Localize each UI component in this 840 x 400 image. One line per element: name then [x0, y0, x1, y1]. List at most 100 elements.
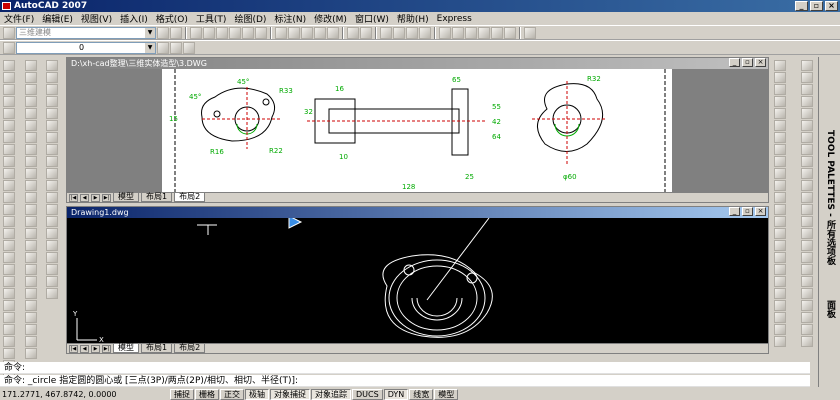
- osnap-toggle[interactable]: 对象捕捉: [270, 388, 310, 400]
- ucs-icon[interactable]: [801, 336, 813, 347]
- polyline-icon[interactable]: [46, 84, 58, 95]
- restore-button[interactable]: ▫: [810, 1, 823, 11]
- paper-layout-canvas[interactable]: 45° 45° R33 R16 R22 15 16 65 32 10 42 55: [67, 69, 768, 193]
- menu-window[interactable]: 窗口(W): [355, 12, 389, 25]
- shell-icon[interactable]: [3, 300, 15, 311]
- presspull-icon[interactable]: [3, 180, 15, 191]
- help-icon[interactable]: [524, 26, 536, 39]
- ellipse-arc-icon[interactable]: [46, 180, 58, 191]
- spline-icon[interactable]: [46, 156, 58, 167]
- visual-style-3d-icon[interactable]: [25, 264, 37, 275]
- left-view-icon[interactable]: [25, 84, 37, 95]
- save-workspace-icon[interactable]: [170, 26, 182, 39]
- quickcalc-icon[interactable]: [504, 26, 516, 39]
- offset-icon[interactable]: [774, 96, 786, 107]
- fillet-icon[interactable]: [774, 240, 786, 251]
- loft-icon[interactable]: [3, 216, 15, 227]
- 3d-align-icon[interactable]: [3, 348, 15, 359]
- revolve-icon[interactable]: [3, 204, 15, 215]
- planar-surface-icon[interactable]: [3, 156, 15, 167]
- torus-icon[interactable]: [3, 120, 15, 131]
- continuous-orbit-icon[interactable]: [25, 216, 37, 227]
- explode-icon[interactable]: [774, 252, 786, 263]
- draworder-icon[interactable]: [774, 300, 786, 311]
- wedge-icon[interactable]: [3, 72, 15, 83]
- panel-label[interactable]: 面板: [824, 300, 837, 318]
- radius-dim-icon[interactable]: [801, 108, 813, 119]
- pyramid-icon[interactable]: [3, 132, 15, 143]
- drawing1-title-bar[interactable]: Drawing1.dwg _ ▫ ×: [67, 207, 768, 218]
- point-icon[interactable]: [46, 216, 58, 227]
- render-icon[interactable]: [25, 300, 37, 311]
- make-object-layer-current-icon[interactable]: [157, 41, 169, 54]
- match-properties-icon[interactable]: [314, 26, 326, 39]
- hatch-icon[interactable]: [46, 228, 58, 239]
- walk-icon[interactable]: [25, 228, 37, 239]
- pan-icon[interactable]: [380, 26, 392, 39]
- tab-model[interactable]: 模型: [113, 193, 139, 202]
- minimize-button[interactable]: _: [795, 1, 808, 11]
- quick-dim-icon[interactable]: [801, 156, 813, 167]
- box-icon[interactable]: [3, 60, 15, 71]
- save-icon[interactable]: [216, 26, 228, 39]
- break-at-point-icon[interactable]: [774, 192, 786, 203]
- tolerance-icon[interactable]: [801, 204, 813, 215]
- minimize-button[interactable]: _: [729, 58, 740, 67]
- imprint-icon[interactable]: [3, 276, 15, 287]
- extrude-icon[interactable]: [3, 168, 15, 179]
- extend-icon[interactable]: [774, 180, 786, 191]
- zoom-previous-icon[interactable]: [419, 26, 431, 39]
- drawing-window-drawing1[interactable]: Drawing1.dwg _ ▫ × Y X |◀ ◀ ▶ ▶| 模型 布局1 …: [66, 206, 769, 354]
- arc-length-icon[interactable]: [801, 84, 813, 95]
- realistic-icon[interactable]: [25, 276, 37, 287]
- workspace-icon[interactable]: [3, 26, 15, 39]
- command-input-line[interactable]: 命令: _circle 指定圆的圆心或 [三点(3P)/两点(2P)/相切、相切…: [0, 375, 810, 387]
- tab-layout2[interactable]: 布局2: [174, 193, 206, 202]
- camera-icon[interactable]: [25, 180, 37, 191]
- sphere-icon[interactable]: [3, 96, 15, 107]
- block-editor-icon[interactable]: [327, 26, 339, 39]
- union-icon[interactable]: [3, 228, 15, 239]
- layer-previous-icon[interactable]: [170, 41, 182, 54]
- tab-layout1[interactable]: 布局1: [141, 193, 173, 202]
- last-tab-icon[interactable]: ▶|: [102, 344, 111, 353]
- intersect-icon[interactable]: [3, 252, 15, 263]
- coordinates-readout[interactable]: 171.2771, 467.8742, 0.0000: [0, 390, 170, 399]
- insert-block-icon[interactable]: [46, 192, 58, 203]
- workspace-combo[interactable]: 三维建模 ▼: [16, 26, 156, 39]
- free-orbit-icon[interactable]: [25, 204, 37, 215]
- menu-help[interactable]: 帮助(H): [397, 12, 429, 25]
- open-icon[interactable]: [203, 26, 215, 39]
- rectangle-icon[interactable]: [46, 108, 58, 119]
- chamfer-icon[interactable]: [774, 228, 786, 239]
- tab-layout1[interactable]: 布局1: [141, 344, 173, 353]
- dyn-toggle[interactable]: DYN: [383, 388, 409, 400]
- copy-icon[interactable]: [774, 72, 786, 83]
- layer-combo[interactable]: 0 ▼: [16, 41, 156, 54]
- layer-manager-icon[interactable]: [3, 41, 15, 54]
- subtract-icon[interactable]: [3, 240, 15, 251]
- close-button[interactable]: ×: [755, 207, 766, 216]
- close-button[interactable]: ×: [825, 1, 838, 11]
- redo-icon[interactable]: [360, 26, 372, 39]
- chevron-down-icon[interactable]: ▼: [145, 27, 155, 38]
- ne-iso-icon[interactable]: [25, 156, 37, 167]
- publish-icon[interactable]: [255, 26, 267, 39]
- rotate-icon[interactable]: [774, 132, 786, 143]
- slice-icon[interactable]: [3, 264, 15, 275]
- drawing-window-3dwg[interactable]: D:\xh-cad整理\三维实体造型\3.DWG _ ▫ × 45° 45° R…: [66, 57, 769, 203]
- copy-icon[interactable]: [288, 26, 300, 39]
- menu-dimension[interactable]: 标注(N): [274, 12, 306, 25]
- table-icon[interactable]: [46, 264, 58, 275]
- dim-update-icon[interactable]: [801, 252, 813, 263]
- next-tab-icon[interactable]: ▶: [91, 344, 100, 353]
- tab-layout2[interactable]: 布局2: [174, 344, 206, 353]
- conceptual-icon[interactable]: [25, 288, 37, 299]
- menu-insert[interactable]: 插入(I): [120, 12, 148, 25]
- model-toggle[interactable]: 模型: [434, 388, 459, 400]
- revcloud-icon[interactable]: [46, 144, 58, 155]
- plot-icon[interactable]: [229, 26, 241, 39]
- cut-icon[interactable]: [275, 26, 287, 39]
- cone-icon[interactable]: [3, 84, 15, 95]
- stretch-icon[interactable]: [774, 156, 786, 167]
